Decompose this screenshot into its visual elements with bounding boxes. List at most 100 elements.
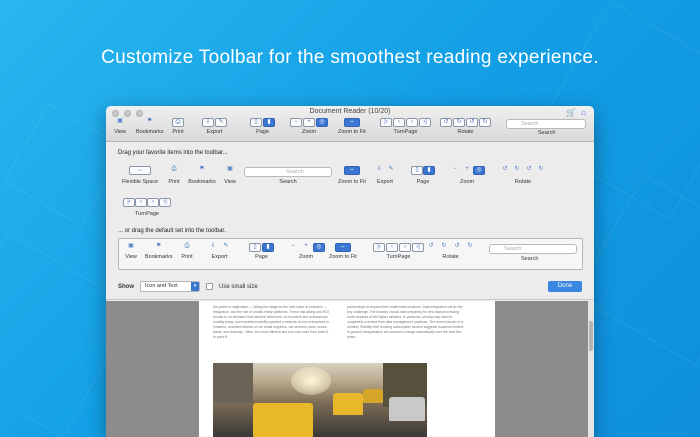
zoom-label: Zoom xyxy=(459,179,475,185)
rotate-left-all-icon: ↺ xyxy=(526,166,532,172)
zoom-out-icon: − xyxy=(290,118,302,127)
default-zoom: − + ◎ Zoom xyxy=(287,243,325,260)
window-title: Document Reader (10/20) xyxy=(309,108,391,115)
view-icon: ▣ xyxy=(128,243,134,249)
page-label: Page xyxy=(255,254,268,260)
item-search[interactable]: Search Search xyxy=(244,166,332,185)
item-export[interactable]: ⇩ ✎ Export xyxy=(372,166,398,185)
zoom-actual-icon: ◎ xyxy=(313,243,325,252)
show-select[interactable]: Icon and Text ▾ xyxy=(140,281,200,292)
default-bookmarks: ⚑ Bookmarks xyxy=(145,243,173,260)
zoom-in-icon: + xyxy=(303,118,315,127)
rotate-left-icon: ↺ xyxy=(440,118,452,127)
rotate-right-icon: ↻ xyxy=(453,118,465,127)
last-page-icon: ›| xyxy=(412,243,424,252)
default-page: ▯ ▮ Page xyxy=(249,243,274,260)
two-page-icon: ▮ xyxy=(262,243,274,252)
cart-icon[interactable]: 🛒 xyxy=(566,108,576,117)
view-icon: ▣ xyxy=(117,118,123,124)
toolbar-zoom[interactable]: − + ◎ Zoom xyxy=(290,118,328,135)
toolbar-turnpage[interactable]: |‹ ‹ › ›| TurnPage xyxy=(380,118,431,135)
rotate-right-icon: ↻ xyxy=(514,166,520,172)
drag-favorites-heading: Drag your favorite items into the toolba… xyxy=(118,150,228,156)
rotate-label: Rotate xyxy=(457,129,474,135)
rotate-label: Rotate xyxy=(514,179,532,185)
last-page-icon: ›| xyxy=(159,198,171,207)
scroll-thumb[interactable] xyxy=(589,321,593,351)
headline: Customize Toolbar for the smoothest read… xyxy=(101,47,599,68)
item-print[interactable]: ⎙ Print xyxy=(164,166,184,185)
chevron-down-icon: ▾ xyxy=(191,282,199,291)
show-select-value: Icon and Text xyxy=(145,283,178,289)
toolbar-bookmarks[interactable]: ⚑ Bookmarks xyxy=(136,118,164,135)
rotate-right-all-icon: ↻ xyxy=(479,118,491,127)
page-label: Page xyxy=(256,129,269,135)
toolbar-view[interactable]: ▣ View xyxy=(114,118,126,135)
search-placeholder: Search xyxy=(521,121,539,127)
document-reader-window: Document Reader (10/20) 🛒 ⌂ ▣ View ⚑ Boo… xyxy=(106,106,594,437)
bookmark-icon: ⚑ xyxy=(147,118,153,124)
rotate-right-all-icon: ↻ xyxy=(538,166,544,172)
zoom-label: Zoom xyxy=(301,129,317,135)
default-toolbar-set[interactable]: ▣ View ⚑ Bookmarks ⎙ Print ⇩ ✎ Export ▯ ▮ … xyxy=(118,238,583,270)
bookmark-icon: ⚑ xyxy=(156,243,162,249)
toolbar-zoom-to-fit[interactable]: ⇔ Zoom to Fit xyxy=(338,118,366,135)
small-size-checkbox[interactable] xyxy=(206,283,213,290)
street-photo xyxy=(213,363,427,437)
zoom-to-fit-label: Zoom to Fit xyxy=(329,254,357,260)
drag-default-heading: ... or drag the default set into the too… xyxy=(118,228,226,234)
toolbar-page[interactable]: ▯ ▮ Page xyxy=(250,118,275,135)
first-page-icon: |‹ xyxy=(380,118,392,127)
vertical-scrollbar[interactable] xyxy=(588,301,594,437)
rotate-right-icon: ↻ xyxy=(441,243,447,249)
toolbar-search-input[interactable]: Search xyxy=(506,119,586,129)
single-page-icon: ▯ xyxy=(411,166,423,175)
item-flexible-space[interactable]: ↔ Flexible Space xyxy=(120,166,160,185)
item-zoom-to-fit[interactable]: ⇔ Zoom to Fit xyxy=(334,166,370,185)
page-label: Page xyxy=(416,179,430,185)
export-label: Export xyxy=(377,179,393,185)
bookmark-icon: ⚑ xyxy=(199,166,205,172)
default-search-label: Search xyxy=(521,256,539,262)
turnpage-label: TurnPage xyxy=(135,211,159,217)
view-label: View xyxy=(224,179,236,185)
bookmarks-label: Bookmarks xyxy=(145,254,173,260)
home-icon[interactable]: ⌂ xyxy=(581,108,586,117)
item-bookmarks[interactable]: ⚑ Bookmarks xyxy=(186,166,218,185)
search-placeholder: Search xyxy=(286,169,304,175)
customize-toolbar-sheet: Drag your favorite items into the toolba… xyxy=(106,142,594,300)
view-label: View xyxy=(114,129,126,135)
default-search-field: Search xyxy=(489,244,577,254)
edit-icon: ✎ xyxy=(215,118,227,127)
show-label: Show xyxy=(118,283,134,290)
export-label: Export xyxy=(211,254,228,260)
two-page-icon: ▮ xyxy=(423,166,435,175)
two-page-icon: ▮ xyxy=(263,118,275,127)
rotate-left-all-icon: ↺ xyxy=(454,243,460,249)
rotate-left-all-icon: ↺ xyxy=(466,118,478,127)
document-area: the public to digitization — hitting the… xyxy=(106,301,594,437)
done-button[interactable]: Done xyxy=(548,281,582,292)
item-view[interactable]: ▣ View xyxy=(220,166,240,185)
view-icon: ▣ xyxy=(227,166,233,172)
download-icon: ⇩ xyxy=(210,243,216,249)
item-page[interactable]: ▯ ▮ Page xyxy=(408,166,438,185)
print-icon: ⎙ xyxy=(172,118,184,127)
search-placeholder: Search xyxy=(504,246,522,252)
flexible-space-icon: ↔ xyxy=(129,166,151,175)
item-turnpage[interactable]: |‹ ‹ › ›| TurnPage xyxy=(120,198,174,217)
item-zoom[interactable]: − + ◎ Zoom xyxy=(446,166,488,185)
zoom-in-icon: + xyxy=(304,243,308,249)
zoom-to-fit-label: Zoom to Fit xyxy=(338,129,366,135)
zoom-label: Zoom xyxy=(298,254,314,260)
search-label: Search xyxy=(279,179,297,185)
print-label: Print xyxy=(168,179,180,185)
fit-icon: ⇔ xyxy=(334,243,351,252)
item-rotate[interactable]: ↺ ↻ ↺ ↻ Rotate xyxy=(496,166,550,185)
default-print: ⎙ Print xyxy=(181,243,193,260)
toolbar-rotate[interactable]: ↺ ↻ ↺ ↻ Rotate xyxy=(440,118,491,135)
small-size-label: Use small size xyxy=(219,283,258,290)
zoom-to-fit-label: Zoom to Fit xyxy=(338,179,366,185)
toolbar-export[interactable]: ⇩ ✎ Export xyxy=(202,118,227,135)
toolbar-print[interactable]: ⎙ Print xyxy=(172,118,184,135)
